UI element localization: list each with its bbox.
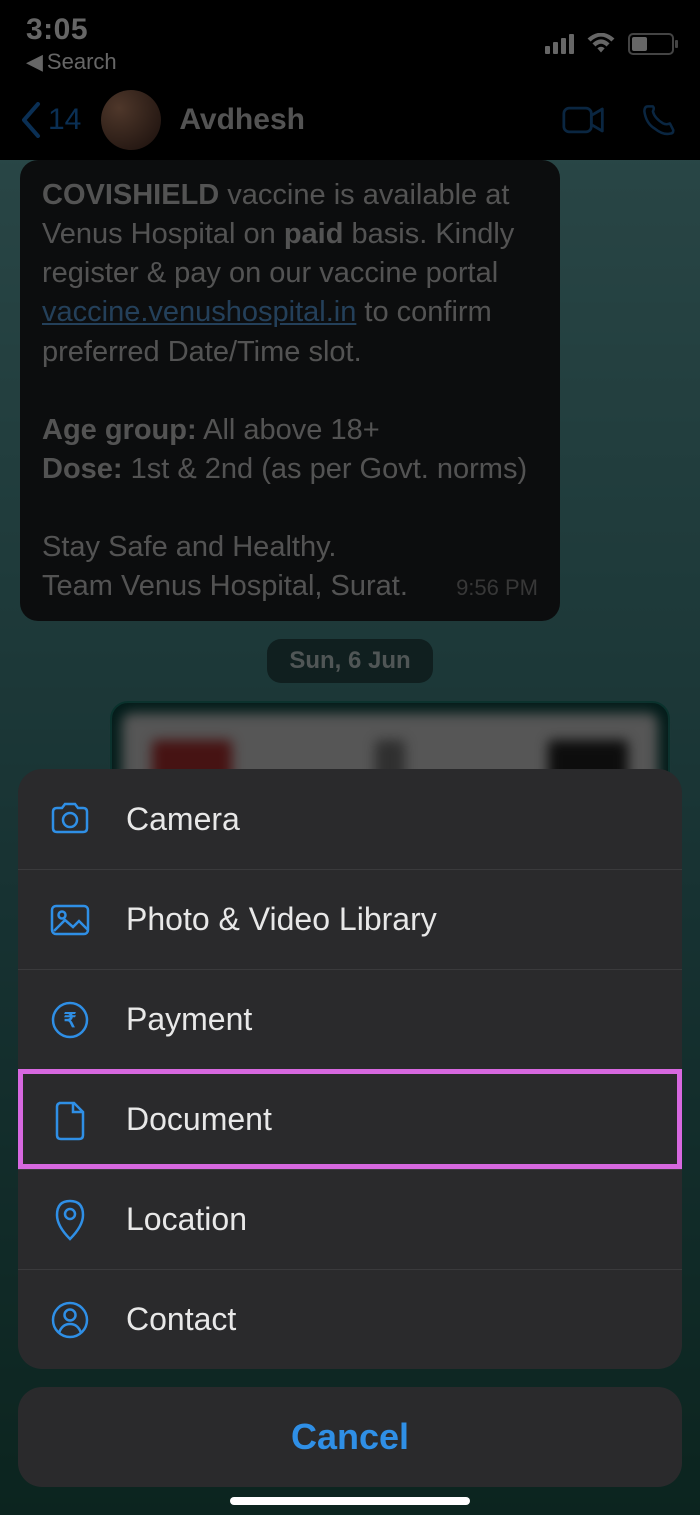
svg-text:₹: ₹: [64, 1010, 77, 1032]
action-item-label: Photo & Video Library: [126, 901, 437, 938]
action-item-photo-library[interactable]: Photo & Video Library: [18, 869, 682, 969]
action-item-camera[interactable]: Camera: [18, 769, 682, 869]
action-item-document[interactable]: Document: [18, 1069, 682, 1169]
action-item-label: Document: [126, 1101, 272, 1138]
attachment-action-sheet: Camera Photo & Video Library ₹ Payment D…: [18, 769, 682, 1487]
action-sheet-list: Camera Photo & Video Library ₹ Payment D…: [18, 769, 682, 1369]
action-item-label: Camera: [126, 801, 240, 838]
cancel-button-label: Cancel: [291, 1416, 409, 1458]
camera-icon: [48, 797, 92, 841]
photo-icon: [48, 898, 92, 942]
action-item-payment[interactable]: ₹ Payment: [18, 969, 682, 1069]
contact-icon: [48, 1298, 92, 1342]
action-item-label: Location: [126, 1201, 247, 1238]
action-item-location[interactable]: Location: [18, 1169, 682, 1269]
action-item-label: Payment: [126, 1001, 252, 1038]
document-icon: [48, 1098, 92, 1142]
rupee-icon: ₹: [48, 998, 92, 1042]
action-item-label: Contact: [126, 1301, 236, 1338]
action-item-contact[interactable]: Contact: [18, 1269, 682, 1369]
location-icon: [48, 1198, 92, 1242]
cancel-button[interactable]: Cancel: [18, 1387, 682, 1487]
home-indicator[interactable]: [230, 1497, 470, 1505]
